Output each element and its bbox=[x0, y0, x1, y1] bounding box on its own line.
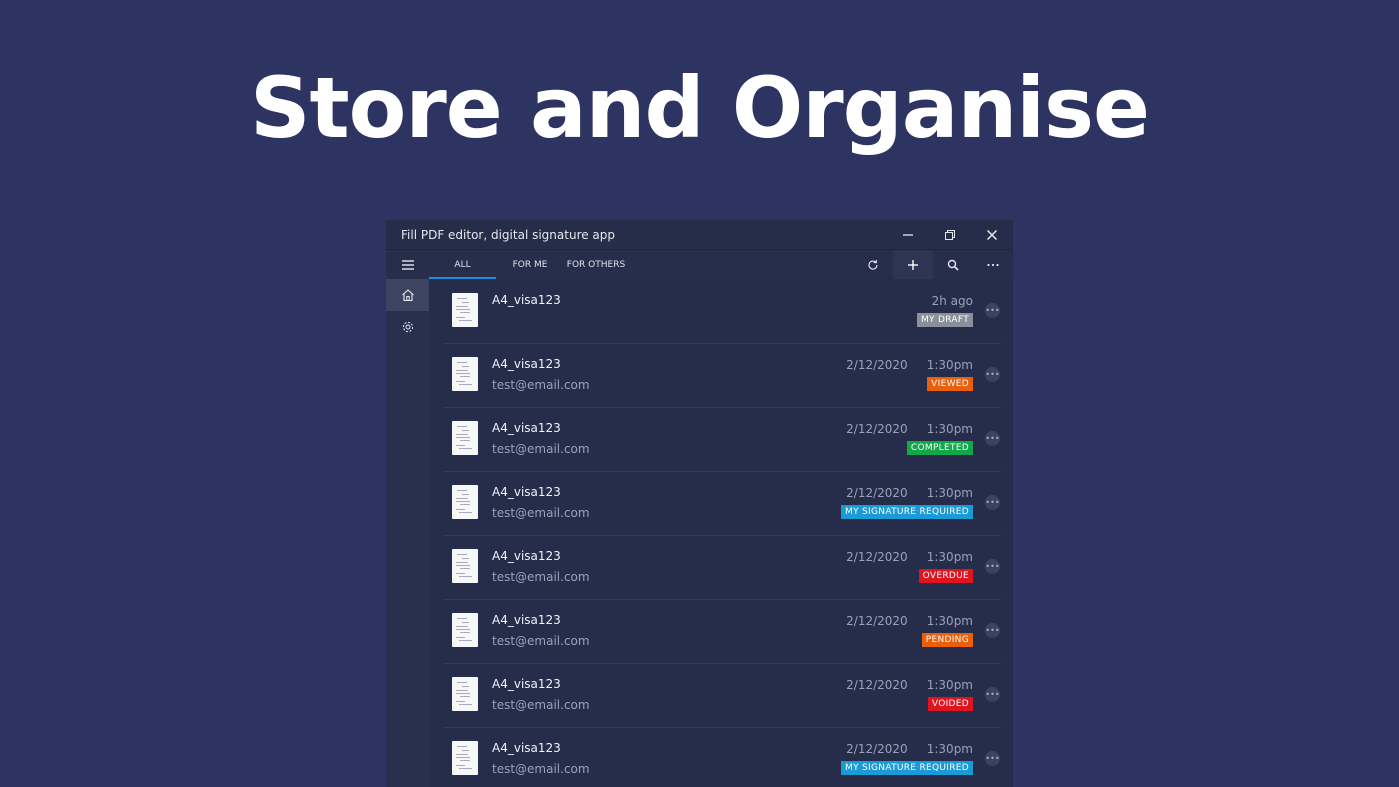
status-badge: MY DRAFT bbox=[916, 313, 973, 327]
toolbar: ALL FOR ME FOR OTHERS bbox=[386, 250, 1013, 280]
tab-label: FOR ME bbox=[512, 259, 548, 270]
document-thumbnail bbox=[452, 677, 478, 711]
app-window: Fill PDF editor, digital signature app A… bbox=[386, 220, 1013, 787]
document-email: test@email.com bbox=[492, 762, 590, 776]
document-name: A4_visa123 bbox=[492, 741, 561, 755]
tab-for-me[interactable]: FOR ME bbox=[496, 250, 564, 279]
document-row[interactable]: A4_visa123 2h ago MY DRAFT ••• bbox=[444, 279, 1001, 344]
status-badge: PENDING bbox=[921, 633, 973, 647]
status-badge: OVERDUE bbox=[918, 569, 973, 583]
document-time: 2/12/2020 1:30pm bbox=[846, 486, 973, 500]
document-name: A4_visa123 bbox=[492, 677, 561, 691]
row-more-button[interactable]: ••• bbox=[985, 367, 1000, 382]
gear-icon bbox=[402, 321, 413, 333]
document-time: 2h ago bbox=[931, 294, 973, 308]
document-thumbnail bbox=[452, 549, 478, 583]
status-badge: COMPLETED bbox=[906, 441, 973, 455]
close-icon bbox=[986, 229, 998, 240]
sidebar-item-settings[interactable] bbox=[386, 311, 429, 343]
document-row[interactable]: A4_visa123 test@email.com 2/12/2020 1:30pm… bbox=[444, 663, 1001, 728]
minimize-button[interactable] bbox=[887, 220, 929, 249]
status-badge: MY SIGNATURE REQUIRED bbox=[841, 505, 973, 519]
row-more-button[interactable]: ••• bbox=[985, 687, 1000, 702]
restore-icon bbox=[945, 229, 955, 240]
tab-label: ALL bbox=[454, 259, 471, 270]
home-icon bbox=[401, 289, 414, 302]
document-email: test@email.com bbox=[492, 378, 590, 392]
status-badge: VOIDED bbox=[927, 697, 973, 711]
document-name: A4_visa123 bbox=[492, 485, 561, 499]
row-more-button[interactable]: ••• bbox=[985, 303, 1000, 318]
document-name: A4_visa123 bbox=[492, 421, 561, 435]
document-email: test@email.com bbox=[492, 442, 590, 456]
document-time: 2/12/2020 1:30pm bbox=[846, 742, 973, 756]
document-email: test@email.com bbox=[492, 506, 590, 520]
sidebar bbox=[386, 279, 429, 787]
document-thumbnail bbox=[452, 421, 478, 455]
document-email: test@email.com bbox=[492, 634, 590, 648]
document-time: 2/12/2020 1:30pm bbox=[846, 678, 973, 692]
ellipsis-icon bbox=[987, 263, 999, 266]
hamburger-icon bbox=[401, 259, 414, 270]
row-more-button[interactable]: ••• bbox=[985, 431, 1000, 446]
row-more-button[interactable]: ••• bbox=[985, 495, 1000, 510]
document-row[interactable]: A4_visa123 test@email.com 2/12/2020 1:30pm… bbox=[444, 535, 1001, 600]
document-name: A4_visa123 bbox=[492, 549, 561, 563]
tab-for-others[interactable]: FOR OTHERS bbox=[564, 250, 628, 279]
refresh-icon bbox=[868, 259, 878, 270]
minimize-icon bbox=[903, 233, 913, 236]
headline: Store and Organise bbox=[249, 59, 1150, 157]
status-badge: VIEWED bbox=[927, 377, 973, 391]
document-time: 2/12/2020 1:30pm bbox=[846, 614, 973, 628]
document-thumbnail bbox=[452, 741, 478, 775]
document-time: 2/12/2020 1:30pm bbox=[846, 550, 973, 564]
status-badge: MY SIGNATURE REQUIRED bbox=[841, 761, 973, 775]
refresh-button[interactable] bbox=[853, 250, 893, 279]
tab-all[interactable]: ALL bbox=[429, 250, 496, 279]
sidebar-item-home[interactable] bbox=[386, 279, 429, 311]
more-options-button[interactable] bbox=[973, 250, 1013, 279]
document-row[interactable]: A4_visa123 test@email.com 2/12/2020 1:30pm… bbox=[444, 599, 1001, 664]
document-thumbnail bbox=[452, 485, 478, 519]
document-row[interactable]: A4_visa123 test@email.com 2/12/2020 1:30pm… bbox=[444, 727, 1001, 787]
row-more-button[interactable]: ••• bbox=[985, 559, 1000, 574]
restore-button[interactable] bbox=[929, 220, 971, 249]
search-icon bbox=[947, 259, 959, 271]
search-button[interactable] bbox=[933, 250, 973, 279]
row-more-button[interactable]: ••• bbox=[985, 751, 1000, 766]
row-more-button[interactable]: ••• bbox=[985, 623, 1000, 638]
window-title: Fill PDF editor, digital signature app bbox=[401, 227, 616, 242]
document-list: A4_visa123 2h ago MY DRAFT ••• A4_visa123 tes… bbox=[429, 279, 1013, 787]
document-row[interactable]: A4_visa123 test@email.com 2/12/2020 1:30pm… bbox=[444, 407, 1001, 472]
document-name: A4_visa123 bbox=[492, 293, 561, 307]
document-thumbnail bbox=[452, 613, 478, 647]
close-button[interactable] bbox=[971, 220, 1013, 249]
add-button[interactable] bbox=[893, 250, 933, 279]
document-name: A4_visa123 bbox=[492, 613, 561, 627]
document-row[interactable]: A4_visa123 test@email.com 2/12/2020 1:30pm… bbox=[444, 471, 1001, 536]
document-time: 2/12/2020 1:30pm bbox=[846, 422, 973, 436]
plus-icon bbox=[908, 259, 918, 270]
document-thumbnail bbox=[452, 293, 478, 327]
document-name: A4_visa123 bbox=[492, 357, 561, 371]
document-time: 2/12/2020 1:30pm bbox=[846, 358, 973, 372]
document-row[interactable]: A4_visa123 test@email.com 2/12/2020 1:30pm… bbox=[444, 343, 1001, 408]
document-thumbnail bbox=[452, 357, 478, 391]
menu-button[interactable] bbox=[386, 250, 429, 279]
title-bar: Fill PDF editor, digital signature app bbox=[386, 220, 1013, 250]
document-email: test@email.com bbox=[492, 698, 590, 712]
document-email: test@email.com bbox=[492, 570, 590, 584]
tab-label: FOR OTHERS bbox=[566, 259, 626, 270]
